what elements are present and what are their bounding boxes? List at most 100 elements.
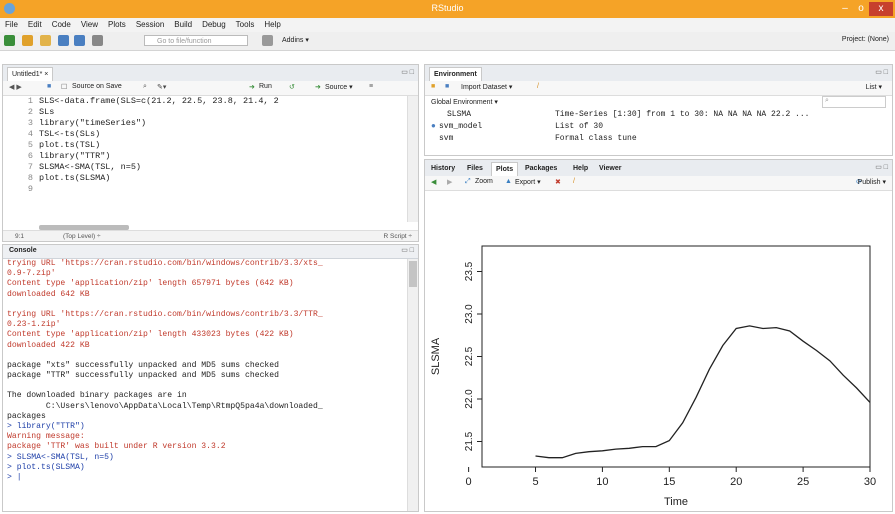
menu-view[interactable]: View	[76, 18, 103, 29]
env-search-input[interactable]: ⌕	[822, 96, 886, 108]
code-line[interactable]: plot.ts(SLSMA)	[39, 173, 110, 183]
code-line[interactable]: SLS<-data.frame(SLS=c(21.2, 22.5, 23.8, …	[39, 96, 279, 106]
save-doc-icon[interactable]: ■	[47, 83, 51, 90]
tab-environment[interactable]: Environment	[429, 67, 482, 81]
menu-session[interactable]: Session	[131, 18, 169, 29]
editor-scrollbar[interactable]	[407, 96, 418, 222]
code-line[interactable]: library("timeSeries")	[39, 118, 146, 128]
back-arrow-icon[interactable]: ◀ ▶	[9, 83, 22, 91]
env-window-controls[interactable]: ▭ □	[875, 68, 888, 76]
window-title: RStudio	[431, 3, 464, 13]
console-window-controls[interactable]: ▭ □	[401, 246, 414, 254]
console-scroll-thumb[interactable]	[409, 261, 417, 287]
remove-plot-icon[interactable]: ✖	[555, 178, 561, 186]
code-line[interactable]: TSL<-ts(SLs)	[39, 129, 100, 139]
menu-tools[interactable]: Tools	[231, 18, 260, 29]
console-line: 0.23-1.zip'	[7, 320, 61, 330]
code-line[interactable]: SLSMA<-SMA(TSL, n=5)	[39, 162, 141, 172]
menu-help[interactable]: Help	[259, 18, 285, 29]
scope-selector[interactable]: (Top Level) ÷	[63, 233, 101, 240]
save-all-icon[interactable]	[74, 35, 85, 46]
global-environment-selector[interactable]: Global Environment ▾	[431, 98, 498, 106]
console-scrollbar[interactable]	[407, 259, 418, 511]
outline-icon[interactable]: ≡	[369, 83, 373, 90]
line-number: 1	[27, 96, 33, 106]
plots-toolbar: ◀ ▶ ⤢ Zoom ▲ Export ▾ ✖ / ⟳ Publish ▾	[425, 176, 892, 191]
zoom-button[interactable]: Zoom	[475, 178, 493, 185]
env-row[interactable]: SLSMA Time-Series [1:30] from 1 to 30: NA…	[425, 110, 892, 121]
save-workspace-icon[interactable]: ■	[445, 83, 449, 90]
code-line[interactable]: plot.ts(TSL)	[39, 140, 100, 150]
minimize-button[interactable]: –	[837, 2, 853, 16]
environment-toolbar: ■ ■ Import Dataset ▾ / List ▾	[425, 81, 892, 96]
source-button[interactable]: Source ▾	[325, 83, 353, 91]
search-icon[interactable]: ⌕	[143, 83, 147, 91]
code-line[interactable]: library("TTR")	[39, 151, 110, 161]
save-icon[interactable]	[58, 35, 69, 46]
source-on-save-label[interactable]: Source on Save	[72, 83, 122, 90]
series-line	[535, 325, 871, 459]
wand-icon[interactable]: ✎▾	[157, 83, 166, 91]
grid-icon[interactable]	[262, 35, 273, 46]
y-axis-label: SLSMA	[430, 337, 442, 375]
broom-icon[interactable]: /	[573, 178, 575, 185]
export-button[interactable]: Export ▾	[515, 178, 541, 186]
var-name: svm	[439, 134, 454, 142]
load-workspace-icon[interactable]: ■	[431, 83, 435, 90]
x-tick-label: 10	[596, 476, 608, 488]
console-line: package 'TTR' was built under R version …	[7, 442, 226, 452]
project-menu[interactable]: Project: (None)	[842, 36, 889, 43]
file-type-selector[interactable]: R Script ÷	[384, 233, 413, 240]
menu-build[interactable]: Build	[169, 18, 197, 29]
expand-icon[interactable]: ●	[431, 122, 436, 131]
addins-menu[interactable]: Addins ▾	[282, 36, 309, 44]
tab-files[interactable]: Files	[463, 162, 487, 175]
new-file-icon[interactable]	[4, 35, 15, 46]
plots-window-controls[interactable]: ▭ □	[875, 163, 888, 171]
pane-window-controls[interactable]: ▭ □	[401, 68, 414, 76]
open-folder-icon[interactable]	[40, 35, 51, 46]
env-row[interactable]: ● svm_model List of 30	[425, 122, 892, 133]
code-line[interactable]: SLs	[39, 107, 54, 117]
title-bar: RStudio – o x	[0, 0, 895, 18]
publish-button[interactable]: Publish ▾	[858, 178, 886, 186]
checkbox-icon[interactable]: ☐	[61, 83, 67, 91]
console-line: > |	[7, 472, 22, 482]
tab-untitled1[interactable]: Untitled1* ×	[7, 67, 54, 81]
line-number: 8	[27, 173, 33, 183]
console-line: The downloaded binary packages are in	[7, 391, 187, 401]
run-button[interactable]: Run	[259, 83, 272, 90]
menu-debug[interactable]: Debug	[197, 18, 231, 29]
broom-icon[interactable]: /	[537, 83, 539, 90]
tab-help[interactable]: Help	[569, 162, 592, 175]
list-view-toggle[interactable]: List ▾	[866, 83, 882, 91]
goto-file-input[interactable]: Go to file/function	[144, 35, 248, 46]
maximize-button[interactable]: o	[853, 2, 869, 16]
back-arrow-icon[interactable]: ◀	[431, 178, 436, 186]
close-button[interactable]: x	[869, 2, 893, 16]
tab-packages[interactable]: Packages	[521, 162, 561, 175]
menu-plots[interactable]: Plots	[103, 18, 131, 29]
zoom-icon: ⤢	[465, 178, 471, 185]
menu-code[interactable]: Code	[47, 18, 76, 29]
console-line: Warning message:	[7, 432, 85, 442]
rerun-icon[interactable]: ↺	[289, 83, 295, 91]
console-output[interactable]: trying URL 'https://cran.rstudio.com/bin…	[7, 259, 404, 483]
forward-arrow-icon[interactable]: ▶	[447, 178, 452, 186]
tab-history[interactable]: History	[427, 162, 459, 175]
tab-plots[interactable]: Plots	[491, 162, 519, 176]
menu-file[interactable]: File	[0, 18, 23, 29]
x-axis-label: Time	[664, 496, 688, 508]
import-dataset-button[interactable]: Import Dataset ▾	[461, 83, 512, 91]
x-tick-label: 5	[532, 476, 538, 488]
console-line: packages	[7, 411, 46, 421]
new-project-icon[interactable]	[22, 35, 33, 46]
print-icon[interactable]	[92, 35, 103, 46]
menu-edit[interactable]: Edit	[23, 18, 47, 29]
plots-pane: History Files Plots Packages Help Viewer…	[424, 159, 893, 512]
env-row[interactable]: svm Formal class tune	[425, 134, 892, 142]
console-tab[interactable]: Console	[9, 247, 37, 254]
tab-viewer[interactable]: Viewer	[595, 162, 625, 175]
y-tick-label: 21.5	[464, 431, 475, 451]
